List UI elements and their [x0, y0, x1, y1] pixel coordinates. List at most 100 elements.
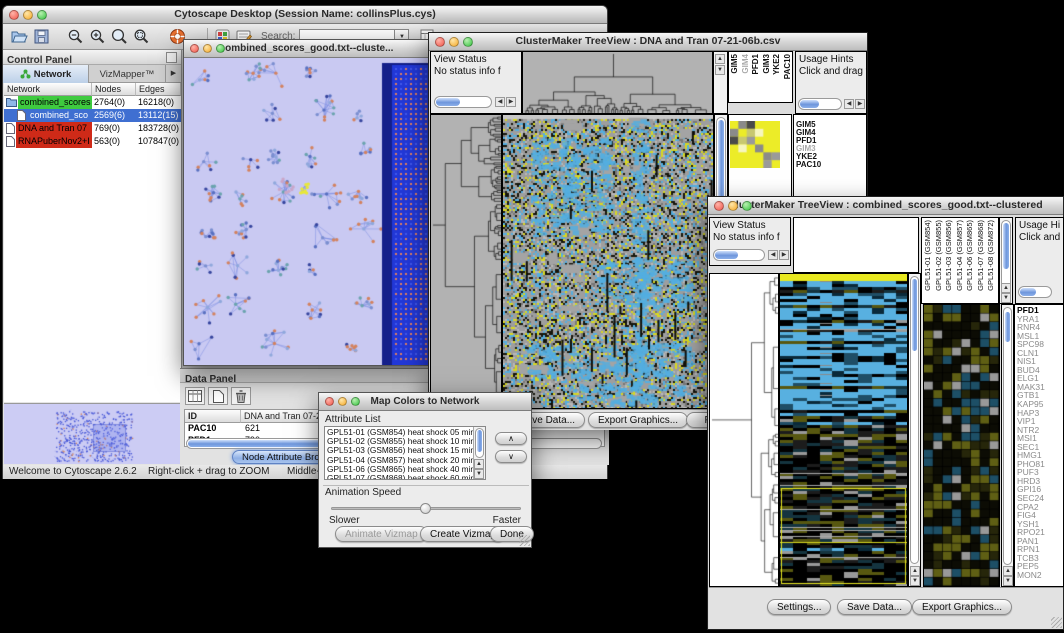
network-row-combined-scores[interactable]: combined_scores 2764(0) 16218(0): [4, 96, 181, 109]
save-session-icon[interactable]: [30, 27, 52, 47]
scroll-up-icon[interactable]: [1001, 283, 1011, 293]
close-icon[interactable]: [325, 397, 334, 406]
col-header-edges[interactable]: Edges: [136, 83, 181, 96]
zoom-fit-icon[interactable]: [108, 27, 130, 47]
tv2-column-label[interactable]: GPL51-02 (GSM855): [934, 220, 944, 291]
treeview1-titlebar[interactable]: ClusterMaker TreeView : DNA and Tran 07-…: [429, 33, 867, 51]
tv2-column-label[interactable]: GPL51-03 (GSM856): [944, 220, 954, 291]
tv1-column-label[interactable]: YKE2: [772, 54, 782, 75]
close-icon[interactable]: [435, 37, 445, 47]
tv2-heatmap-pane[interactable]: [779, 273, 908, 587]
tab-network[interactable]: Network: [3, 65, 89, 83]
tv1-column-label[interactable]: GIM4: [741, 54, 751, 74]
scroll-down-icon[interactable]: [1003, 576, 1013, 586]
scroll-down-icon[interactable]: [1001, 293, 1011, 303]
tv2-gene-vscrollbar[interactable]: [1001, 304, 1014, 587]
slider-thumb[interactable]: [420, 503, 431, 514]
zoom-window-icon[interactable]: [463, 37, 473, 47]
scroll-right-icon[interactable]: [506, 97, 516, 107]
network-overview-panel[interactable]: [4, 403, 181, 464]
tv2-hints-hscrollbar[interactable]: [1018, 286, 1052, 298]
tv2-export-graphics-button[interactable]: Export Graphics...: [912, 599, 1012, 615]
tv1-heatmap-pane[interactable]: [502, 114, 714, 409]
tv2-column-label[interactable]: GPL51-08 (GSM872): [986, 220, 996, 291]
tv2-column-label[interactable]: GPL51-07 (GSM868): [976, 220, 986, 291]
network-row-dna-tran[interactable]: DNA and Tran 07 769(0) 183728(0): [4, 122, 181, 135]
scroll-left-icon[interactable]: [495, 97, 505, 107]
zoom-window-icon[interactable]: [742, 201, 752, 211]
minimize-icon[interactable]: [23, 10, 33, 20]
tv2-column-labels-vscrollbar[interactable]: [999, 217, 1013, 304]
scroll-down-icon[interactable]: [715, 65, 725, 75]
tv2-zoom-pane[interactable]: [923, 304, 1000, 587]
main-titlebar[interactable]: Cytoscape Desktop (Session Name: collins…: [3, 6, 607, 24]
scroll-up-icon[interactable]: [474, 459, 484, 469]
gene-label[interactable]: MON2: [1017, 571, 1063, 580]
tv2-column-label[interactable]: GPL51-06 (GSM865): [965, 220, 975, 291]
tv1-column-scroll-strip[interactable]: [713, 51, 728, 114]
scroll-down-icon[interactable]: [910, 576, 920, 586]
zoom-window-icon[interactable]: [216, 44, 225, 53]
tv1-column-label[interactable]: GIM5: [730, 54, 740, 74]
move-up-button[interactable]: ∧: [495, 432, 527, 445]
move-down-button[interactable]: ∨: [495, 450, 527, 463]
tv2-column-label[interactable]: GPL51-04 (GSM857): [955, 220, 965, 291]
scroll-left-icon[interactable]: [844, 99, 854, 109]
table-mode-icon[interactable]: [185, 387, 205, 405]
scroll-up-icon[interactable]: [1003, 566, 1013, 576]
col-header-network[interactable]: Network: [4, 83, 92, 96]
tv1-export-graphics-button[interactable]: Export Graphics...: [588, 412, 688, 428]
minimize-icon[interactable]: [203, 44, 212, 53]
resize-grip[interactable]: [519, 535, 530, 546]
close-icon[interactable]: [190, 44, 199, 53]
zoom-out-icon[interactable]: [64, 27, 86, 47]
tv2-row-dendrogram-pane[interactable]: [709, 273, 779, 587]
tv1-column-dendrogram-pane[interactable]: [522, 51, 713, 114]
new-attribute-icon[interactable]: [208, 387, 228, 405]
minimize-icon[interactable]: [728, 201, 738, 211]
animation-speed-slider[interactable]: [331, 503, 521, 515]
scroll-down-icon[interactable]: [474, 469, 484, 479]
tv2-save-data-button[interactable]: Save Data...: [837, 599, 912, 615]
data-col-id[interactable]: ID: [185, 410, 241, 423]
zoom-selected-icon[interactable]: [130, 27, 152, 47]
attribute-item[interactable]: GPL51-07 (GSM868) heat shock 60 min: [327, 474, 485, 480]
scroll-left-icon[interactable]: [768, 250, 778, 260]
overview-canvas[interactable]: [4, 404, 181, 464]
window-controls[interactable]: [9, 10, 47, 20]
close-icon[interactable]: [714, 201, 724, 211]
tv1-row-dendrogram-pane[interactable]: [430, 114, 502, 409]
tv2-column-dendrogram-pane[interactable]: [793, 217, 919, 273]
attribute-list-vscrollbar[interactable]: [475, 428, 484, 458]
tab-vizmapper[interactable]: VizMapper™: [89, 65, 165, 83]
scroll-up-icon[interactable]: [910, 566, 920, 576]
animate-vizmap-button[interactable]: Animate Vizmap: [335, 526, 428, 542]
network-row-combined-sco-selected[interactable]: combined_sco 2569(6) 13112(15): [4, 109, 181, 122]
network-canvas[interactable]: [184, 58, 429, 365]
tv2-status-hscrollbar[interactable]: [713, 249, 765, 261]
zoom-window-icon[interactable]: [351, 397, 360, 406]
tv1-hints-hscrollbar[interactable]: [798, 98, 842, 110]
tv2-column-label[interactable]: GPL51-01 (GSM854): [923, 220, 933, 291]
open-session-icon[interactable]: [8, 27, 30, 47]
network-view-titlebar[interactable]: combined_scores_good.txt--cluste...: [184, 40, 429, 58]
network-row-rnapuber[interactable]: RNAPuberNov2+I 563(0) 107847(0): [4, 135, 181, 148]
float-panel-icon[interactable]: [166, 52, 177, 63]
treeview2-titlebar[interactable]: ClusterMaker TreeView : combined_scores_…: [708, 197, 1063, 215]
minimize-icon[interactable]: [338, 397, 347, 406]
scroll-right-icon[interactable]: [855, 99, 865, 109]
close-icon[interactable]: [9, 10, 19, 20]
resize-grip[interactable]: [1051, 617, 1062, 628]
col-header-nodes[interactable]: Nodes: [92, 83, 136, 96]
scroll-up-icon[interactable]: [715, 54, 725, 64]
dialog-titlebar[interactable]: Map Colors to Network: [319, 393, 531, 411]
delete-attribute-icon[interactable]: [231, 387, 251, 405]
tv1-column-label[interactable]: PFD1: [751, 54, 761, 74]
minimize-icon[interactable]: [449, 37, 459, 47]
tv1-row-label[interactable]: PAC10: [796, 161, 866, 169]
scroll-right-icon[interactable]: [779, 250, 789, 260]
tv1-status-hscrollbar[interactable]: [434, 96, 492, 108]
tv2-heatmap-vscrollbar[interactable]: [908, 273, 921, 587]
tv2-settings-button[interactable]: Settings...: [767, 599, 831, 615]
zoom-in-icon[interactable]: [86, 27, 108, 47]
